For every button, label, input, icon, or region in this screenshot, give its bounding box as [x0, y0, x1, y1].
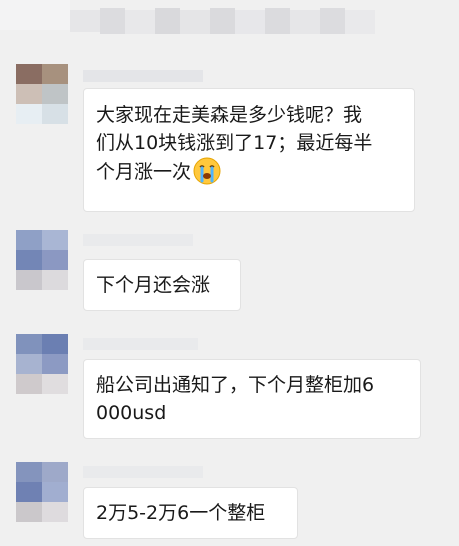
blurred-chat-title	[0, 0, 459, 40]
avatar[interactable]	[16, 64, 68, 124]
message-bubble[interactable]: 大家现在走美森是多少钱呢？我 们从10块钱涨到了17；最近每半 个月涨一次	[83, 88, 415, 212]
message-bubble[interactable]: 2万5-2万6一个整柜	[83, 487, 298, 539]
blurred-sender-name	[83, 338, 198, 350]
crying-face-emoji	[193, 157, 221, 185]
avatar[interactable]	[16, 230, 68, 290]
message-bubble[interactable]: 船公司出通知了，下个月整柜加6 000usd	[83, 359, 421, 439]
message-text-line: 大家现在走美森是多少钱呢？我	[96, 104, 363, 126]
blurred-sender-name	[83, 70, 203, 82]
message-text-line: 下个月还会涨	[96, 274, 211, 296]
message-text-line: 000usd	[96, 402, 167, 424]
message-text-line: 们从10块钱涨到了17；最近每半	[96, 132, 373, 154]
avatar[interactable]	[16, 334, 68, 394]
blurred-sender-name	[83, 234, 193, 246]
message-text-line: 个月涨一次	[96, 161, 192, 183]
message-text-line: 2万5-2万6一个整柜	[96, 502, 266, 524]
avatar[interactable]	[16, 462, 68, 522]
message-text-line: 船公司出通知了，下个月整柜加6	[96, 374, 375, 396]
blurred-sender-name	[83, 466, 203, 478]
message-bubble[interactable]: 下个月还会涨	[83, 259, 241, 311]
